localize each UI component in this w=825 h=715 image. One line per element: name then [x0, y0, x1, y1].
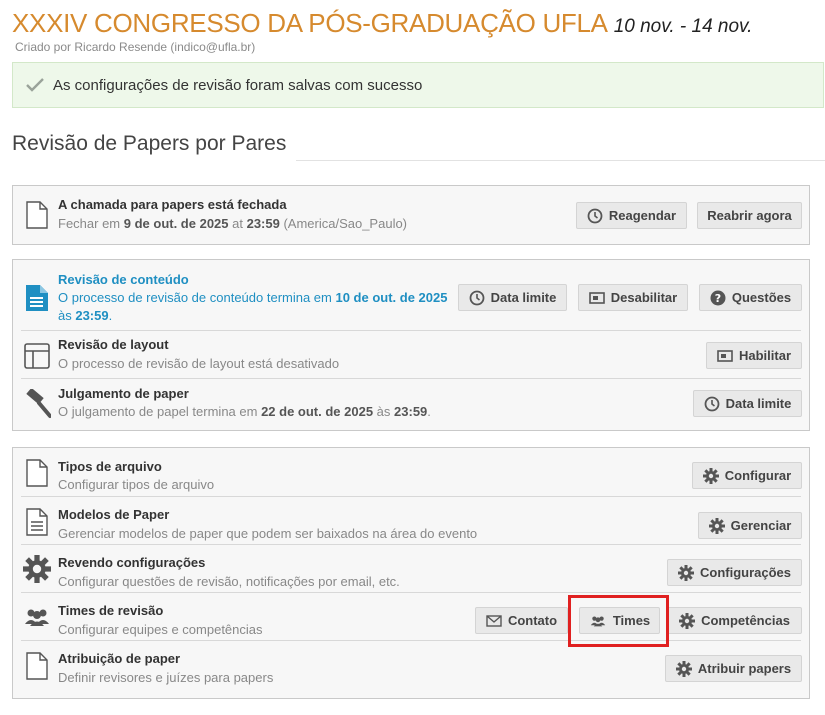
clock-icon [704, 396, 720, 411]
layout-review-row: Revisão de layout O processo de revisão … [21, 330, 802, 379]
document-icon [23, 199, 51, 231]
success-alert: As configurações de revisão foram salvas… [12, 62, 824, 108]
configure-button[interactable]: Configurar [692, 462, 802, 489]
event-header: XXXIV CONGRESSO DA PÓS-GRADUAÇÃO UFLA 10 … [12, 8, 752, 39]
file-types-title: Tipos de arquivo [58, 459, 162, 474]
reopen-now-button[interactable]: Reabrir agora [697, 202, 802, 229]
settings-panel: Tipos de arquivo Configurar tipos de arq… [12, 447, 810, 699]
judging-subtitle: O julgamento de papel termina em 22 de o… [58, 404, 431, 419]
judging-deadline-button[interactable]: Data limite [693, 390, 802, 417]
templates-subtitle: Gerenciar modelos de paper que podem ser… [58, 526, 478, 541]
call-for-papers-panel: A chamada para papers está fechada Fecha… [12, 185, 810, 245]
layout-review-title: Revisão de layout [58, 337, 169, 352]
disable-button[interactable]: Desabilitar [578, 284, 688, 311]
question-icon: ? [710, 290, 726, 305]
clock-icon [587, 208, 603, 223]
file-types-subtitle: Configurar tipos de arquivo [58, 477, 215, 492]
content-review-title[interactable]: Revisão de conteúdo [58, 272, 189, 287]
settings-button[interactable]: Configurações [667, 559, 802, 586]
content-review-subtitle-line2: às 23:59. [58, 308, 113, 323]
judging-title: Julgamento de paper [58, 386, 189, 401]
templates-row: Modelos de Paper Gerenciar modelos de pa… [21, 496, 802, 545]
gear-icon [677, 564, 694, 581]
enable-button[interactable]: Habilitar [706, 342, 802, 369]
call-title: A chamada para papers está fechada [58, 197, 287, 212]
toggle-off-icon [588, 291, 605, 304]
reschedule-button[interactable]: Reagendar [576, 202, 687, 229]
document-icon [23, 650, 51, 682]
svg-text:?: ? [715, 292, 721, 305]
layout-review-subtitle: O processo de revisão de layout está des… [58, 356, 340, 371]
highlight-box [568, 595, 669, 647]
review-teams-row: Times de revisão Configurar equipes e co… [21, 592, 802, 641]
gear-icon [675, 660, 692, 677]
event-title[interactable]: XXXIV CONGRESSO DA PÓS-GRADUAÇÃO UFLA [12, 8, 608, 38]
gavel-icon [23, 388, 51, 420]
gear-icon [708, 517, 725, 534]
judging-row: Julgamento de paper O julgamento de pape… [21, 378, 802, 431]
checkmark-icon [25, 74, 47, 96]
gear-icon [679, 612, 696, 629]
page-title: Revisão de Papers por Pares [12, 132, 287, 155]
competences-button[interactable]: Competências [667, 607, 802, 634]
review-settings-subtitle: Configurar questões de revisão, notifica… [58, 574, 400, 589]
questions-button[interactable]: ? Questões [699, 284, 802, 311]
contact-button[interactable]: Contato [475, 607, 568, 634]
event-dates: 10 nov. - 14 nov. [613, 16, 753, 37]
paper-assignment-title: Atribuição de paper [58, 651, 181, 666]
call-subtitle: Fechar em 9 de out. de 2025 at 23:59 (Am… [58, 216, 408, 231]
document-text-icon [23, 282, 51, 314]
layout-icon [23, 340, 51, 372]
envelope-icon [486, 614, 502, 627]
event-creator: Criado por Ricardo Resende (indico@ufla.… [15, 40, 256, 54]
review-teams-subtitle: Configurar equipes e competências [58, 622, 263, 637]
assign-papers-button[interactable]: Atribuir papers [665, 655, 802, 682]
alert-message: As configurações de revisão foram salvas… [53, 76, 423, 94]
gear-icon [702, 467, 719, 484]
paper-assignment-row: Atribuição de paper Definir revisores e … [21, 640, 802, 699]
templates-title: Modelos de Paper [58, 507, 170, 522]
manage-button[interactable]: Gerenciar [698, 512, 802, 539]
paper-assignment-subtitle: Definir revisores e juízes para papers [58, 670, 274, 685]
content-deadline-button[interactable]: Data limite [458, 284, 567, 311]
review-settings-row: Revendo configurações Configurar questõe… [21, 544, 802, 593]
document-text-icon [23, 506, 51, 538]
call-row: A chamada para papers está fechada Fecha… [21, 186, 802, 244]
review-settings-title: Revendo configurações [58, 555, 206, 570]
users-icon [23, 601, 51, 633]
gear-icon [23, 553, 51, 585]
toggle-icon [717, 349, 733, 362]
title-divider [296, 160, 825, 161]
document-icon [23, 457, 51, 489]
clock-icon [469, 290, 485, 305]
review-processes-panel: Revisão de conteúdo O processo de revisã… [12, 259, 810, 431]
content-review-subtitle: O processo de revisão de conteúdo termin… [58, 290, 448, 305]
file-types-row: Tipos de arquivo Configurar tipos de arq… [21, 448, 802, 496]
review-teams-title: Times de revisão [58, 603, 164, 618]
content-review-row: Revisão de conteúdo O processo de revisã… [21, 260, 802, 330]
